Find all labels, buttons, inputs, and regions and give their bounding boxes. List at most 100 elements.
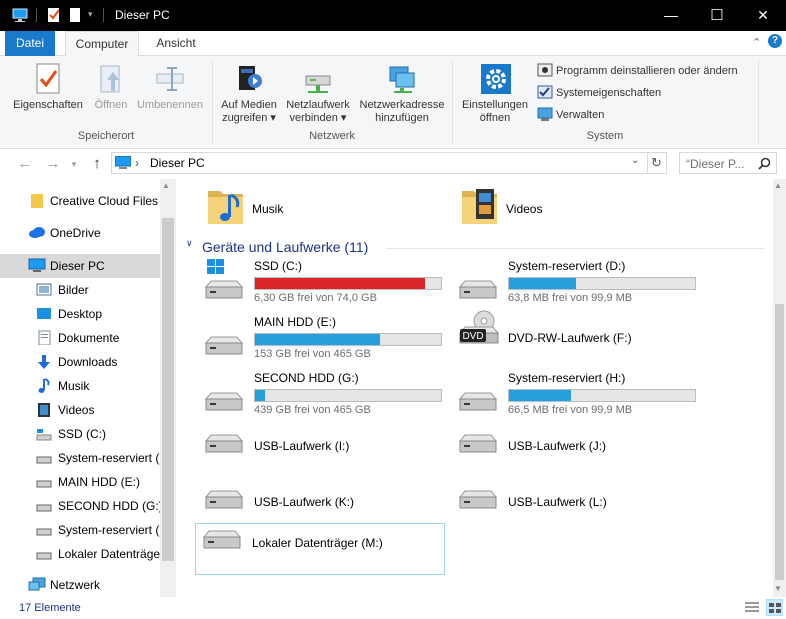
drive-name: USB-Laufwerk (J:) (508, 439, 607, 453)
open-settings-button[interactable]: Einstellungen öffnen (456, 62, 534, 125)
help-icon[interactable]: ? (768, 34, 782, 48)
drive-lokaler-datentr-ger-m[interactable]: Lokaler Datenträger (M:) (195, 523, 445, 575)
nav-item-dieser-pc[interactable]: Dieser PC (0, 254, 160, 278)
nav-item-musik[interactable]: Musik (0, 374, 160, 398)
manage-button[interactable]: Verwalten (537, 106, 617, 124)
group-label-netzwerk: Netzwerk (309, 130, 355, 142)
nav-item-system-reserviert-h[interactable]: System-reserviert (H (0, 518, 160, 542)
nav-item-downloads[interactable]: Downloads (0, 350, 160, 374)
nav-item-onedrive[interactable]: OneDrive (0, 221, 160, 245)
nav-label: System-reserviert (D (58, 451, 160, 465)
music-icon (38, 378, 50, 393)
nav-item-dokumente[interactable]: Dokumente (0, 326, 160, 350)
network-icon (28, 577, 46, 591)
chevron-down-icon: ▾ (270, 112, 276, 124)
drive-system-reserviert-d[interactable]: System-reserviert (D:) 63,8 MB frei von 9… (452, 259, 702, 311)
drive-usb-laufwerk-i[interactable]: USB-Laufwerk (I:) (198, 427, 448, 479)
tab-datei[interactable]: Datei (5, 31, 55, 56)
dvd-drive-icon: DVD (458, 310, 500, 344)
details-view-icon[interactable] (745, 601, 759, 614)
media-icon (239, 66, 262, 90)
nav-item-videos[interactable]: Videos (0, 398, 160, 422)
add-network-location-button[interactable]: Netzwerkadresse hinzufügen (354, 62, 450, 125)
map-network-drive-button[interactable]: Netzlaufwerk verbinden ▾ (282, 62, 354, 125)
nav-item-lokaler-datentraeger[interactable]: Lokaler Datenträger (0, 542, 160, 566)
folder-icon (31, 194, 43, 208)
drive-usb-laufwerk-j[interactable]: USB-Laufwerk (J:) (452, 427, 702, 479)
nav-scrollbar[interactable]: ▲ (160, 179, 176, 597)
media-access-button[interactable]: Auf Medien zugreifen ▾ (216, 62, 282, 125)
drive-second-hdd-g[interactable]: SECOND HDD (G:) 439 GB frei von 465 GB (198, 371, 448, 423)
drive-ssd-c[interactable]: SSD (C:) 6,30 GB frei von 74,0 GB (198, 259, 448, 311)
folder-videos[interactable]: Videos (458, 183, 678, 227)
large-icons-view-icon[interactable] (766, 599, 783, 616)
customize-quick-access-icon[interactable]: ▾ (88, 9, 93, 20)
minimize-button[interactable]: — (648, 0, 694, 31)
new-folder-icon[interactable] (67, 7, 83, 23)
breadcrumb-dieser-pc[interactable]: Dieser PC (150, 156, 205, 170)
open-label: Öffnen (94, 99, 128, 111)
drive-dvd-rw-laufwerk-f[interactable]: DVD DVD-RW-Laufwerk (F:) (452, 310, 702, 367)
tab-ansicht[interactable]: Ansicht (145, 31, 207, 56)
system-properties-button[interactable]: Systemeigenschaften (537, 84, 677, 102)
hard-drive-icon (204, 434, 244, 453)
nav-scroll-thumb[interactable] (162, 218, 174, 561)
gear-icon (481, 64, 511, 94)
nav-label: Lokaler Datenträger (58, 547, 160, 561)
content-scroll-thumb[interactable] (775, 304, 784, 580)
chevron-down-icon: ▾ (340, 112, 347, 124)
collapse-ribbon-icon[interactable]: ⌃ (752, 36, 761, 49)
nav-item-bilder[interactable]: Bilder (0, 278, 160, 302)
properties-icon (36, 63, 60, 94)
windows-drive-icon (36, 429, 52, 441)
drive-usage-fill (255, 278, 426, 289)
uninstall-program-button[interactable]: Programm deinstallieren oder ändern (537, 62, 753, 80)
nav-item-creative-cloud[interactable]: Creative Cloud Files (0, 189, 160, 213)
nav-item-desktop[interactable]: Desktop (0, 302, 160, 326)
dvd-label: DVD (462, 331, 483, 342)
forward-arrow-icon[interactable]: → (44, 155, 62, 173)
properties-button[interactable]: Eigenschaften (8, 62, 88, 112)
properties-icon[interactable] (46, 7, 62, 23)
address-field[interactable]: › Dieser PC ⌄ ↻ (111, 152, 667, 174)
drive-main-hdd-e[interactable]: MAIN HDD (E:) 153 GB frei von 465 GB (198, 315, 448, 367)
drive-name: USB-Laufwerk (I:) (254, 439, 350, 453)
drive-usb-laufwerk-l[interactable]: USB-Laufwerk (L:) (452, 483, 702, 535)
manage-icon (537, 107, 553, 121)
nav-item-netzwerk[interactable]: Netzwerk (0, 573, 160, 597)
scroll-down-icon[interactable]: ▼ (774, 584, 782, 593)
media-access-line1: Auf Medien (221, 99, 277, 111)
nav-item-ssd[interactable]: SSD (C:) (0, 422, 160, 446)
scroll-up-icon[interactable]: ▲ (774, 181, 782, 190)
scroll-up-icon[interactable]: ▲ (162, 181, 170, 190)
drive-usage-fill (509, 390, 572, 401)
content-scrollbar[interactable]: ▲ ▼ (773, 179, 786, 597)
maximize-button[interactable]: ☐ (694, 0, 740, 31)
drive-system-reserviert-h[interactable]: System-reserviert (H:) 66,5 MB frei von 9… (452, 371, 702, 423)
nav-label: Creative Cloud Files (50, 194, 159, 208)
nav-item-system-reserviert-d[interactable]: System-reserviert (D (0, 446, 160, 470)
computer-icon (28, 258, 46, 272)
recent-locations-icon[interactable]: ▾ (68, 155, 80, 173)
refresh-icon[interactable]: ↻ (651, 155, 662, 171)
open-button[interactable]: Öffnen (88, 62, 134, 112)
item-count: 17 Elemente (19, 602, 81, 614)
nav-item-second-hdd[interactable]: SECOND HDD (G:) (0, 494, 160, 518)
windows-drive-icon (204, 259, 244, 299)
tab-computer[interactable]: Computer (65, 31, 139, 57)
drive-usage-bar (254, 389, 442, 402)
close-button[interactable]: ✕ (740, 0, 786, 31)
section-collapse-icon[interactable]: ∨ (186, 238, 193, 249)
folder-musik[interactable]: Musik (204, 183, 424, 227)
status-bar: 17 Elemente (0, 597, 786, 619)
back-arrow-icon[interactable]: ← (16, 155, 34, 173)
address-dropdown-icon[interactable]: ⌄ (631, 155, 639, 166)
up-arrow-icon[interactable]: ↑ (88, 155, 106, 173)
section-title[interactable]: Geräte und Laufwerke (11) (202, 239, 368, 255)
nav-item-main-hdd[interactable]: MAIN HDD (E:) (0, 470, 160, 494)
drive-name: SECOND HDD (G:) (254, 371, 359, 385)
open-icon (100, 65, 120, 93)
search-input[interactable]: “Dieser P... (679, 152, 777, 174)
drive-free-space: 153 GB frei von 465 GB (254, 348, 371, 360)
rename-button[interactable]: Umbenennen (134, 62, 206, 112)
